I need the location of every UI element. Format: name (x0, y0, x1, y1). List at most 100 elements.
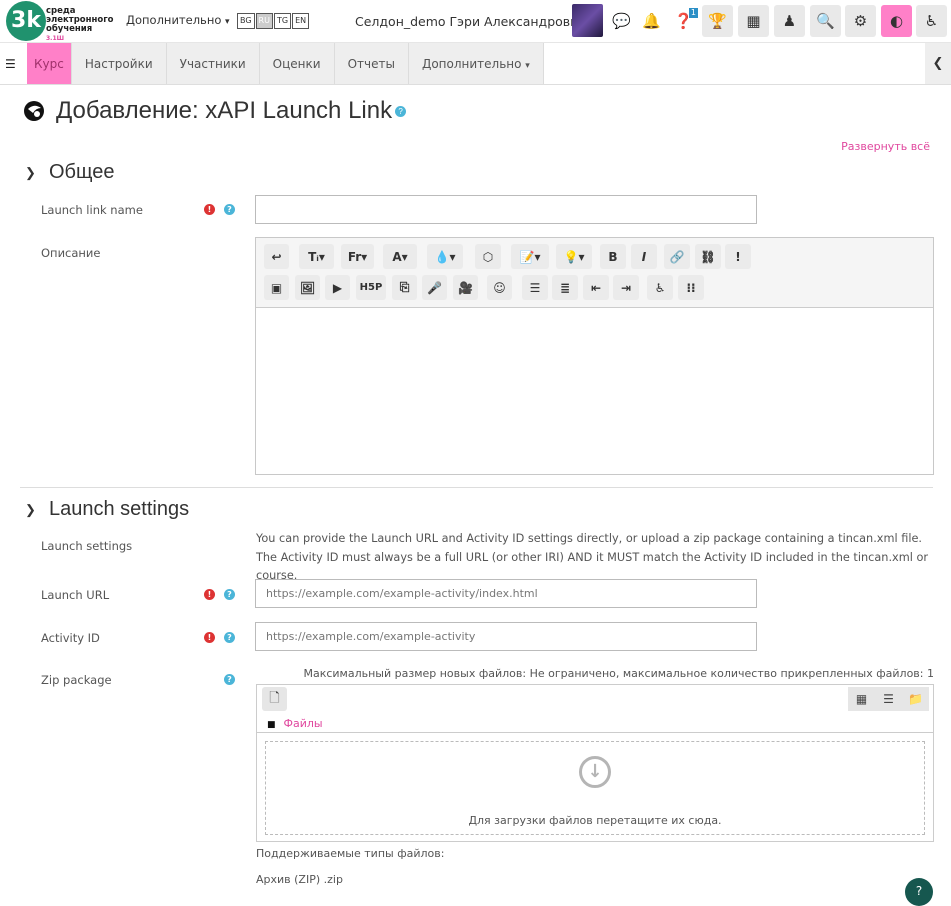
help-icon[interactable]: ? (224, 674, 235, 685)
outdent-icon[interactable]: ⇤ (583, 275, 609, 300)
lang-ru[interactable]: RU (255, 13, 273, 29)
floating-help-button[interactable]: ? (905, 878, 933, 906)
file-picker: 🗋 ▦ ☰ 📁 ■ Файлы ↓ Для загрузки файлов пер… (256, 684, 934, 842)
folder-path[interactable]: ■ Файлы (267, 717, 323, 730)
font-color-icon[interactable]: A▾ (383, 244, 417, 269)
video-camera-icon[interactable]: 🎥 (453, 275, 478, 300)
media-icon[interactable]: ▶ (325, 275, 350, 300)
drawer-toggle-icon[interactable]: ☰ (5, 57, 16, 71)
edit-style-icon[interactable]: 📝▾ (511, 244, 549, 269)
help-icon[interactable]: ? (224, 632, 235, 643)
unlink-icon[interactable]: ⛓ (695, 244, 721, 269)
avatar[interactable] (572, 4, 603, 37)
accessibility-icon[interactable]: ♿ (916, 5, 947, 37)
download-arrow-icon: ↓ (579, 756, 611, 788)
section-launch-settings-header[interactable]: ❯ Launch settings (25, 498, 189, 521)
microphone-icon[interactable]: 🎤 (422, 275, 447, 300)
expand-all-link[interactable]: Развернуть всё (841, 140, 930, 153)
cube-icon[interactable]: ⬡ (475, 244, 501, 269)
image-icon[interactable]: 🖼 (295, 275, 320, 300)
tab-reports[interactable]: Отчеты (335, 43, 409, 84)
description-editor: ↩ Tᵢ▾ Fr▾ A▾ 💧▾ ⬡ 📝▾ 💡▾ B I 🔗 ⛓ ! ▣ 🖼 ▶ … (255, 237, 934, 475)
tab-grades[interactable]: Оценки (260, 43, 335, 84)
emoticon-icon[interactable]: ☺ (487, 275, 512, 300)
activity-id-label: Activity ID (41, 631, 100, 645)
numbered-list-icon[interactable]: ≣ (552, 275, 578, 300)
grid-view-icon[interactable]: ▦ (848, 687, 875, 711)
lang-bg[interactable]: BG (237, 13, 255, 29)
bullet-list-icon[interactable]: ☰ (522, 275, 548, 300)
undo-icon[interactable]: ↩ (264, 244, 289, 269)
language-switcher: BG RU TG EN (237, 13, 310, 29)
chevron-down-icon: ▾ (225, 17, 230, 27)
user-name[interactable]: Селдон_demo Гэри Александрович (355, 14, 586, 29)
site-logo[interactable]: 3k среда электронного обучения 3.1Ш (6, 1, 116, 43)
indent-icon[interactable]: ⇥ (613, 275, 639, 300)
launch-url-input[interactable]: https://example.com/example-activity/ind… (255, 579, 757, 608)
tab-settings[interactable]: Настройки (72, 43, 167, 84)
required-icon: ! (204, 589, 215, 600)
list-view-icon[interactable]: ☰ (875, 687, 902, 711)
lightbulb-icon[interactable]: 💡▾ (556, 244, 592, 269)
tab-course[interactable]: Курс (27, 43, 72, 84)
file-drop-zone[interactable]: ↓ Для загрузки файлов перетащите их сюда… (265, 741, 925, 835)
chevron-down-icon: ❯ (25, 164, 36, 180)
help-icon[interactable]: ? (395, 106, 407, 118)
font-family-icon[interactable]: Fr▾ (341, 244, 374, 269)
exclamation-icon[interactable]: ! (725, 244, 751, 269)
activity-id-input[interactable]: https://example.com/example-activity (255, 622, 757, 651)
tab-more[interactable]: Дополнительно ▾ (409, 43, 544, 84)
logo-mark: 3k (6, 1, 46, 41)
section-divider (20, 487, 933, 488)
tab-participants[interactable]: Участники (167, 43, 260, 84)
bell-icon[interactable]: 🔔 (636, 5, 667, 37)
lang-en[interactable]: EN (292, 13, 310, 29)
italic-icon[interactable]: I (631, 244, 657, 269)
background-color-icon[interactable]: 💧▾ (427, 244, 463, 269)
folder-view-icon[interactable]: 📁 (902, 687, 929, 711)
required-icon: ! (204, 632, 215, 643)
help-icon[interactable]: ? (224, 204, 235, 215)
user-card-icon[interactable]: ♟ (774, 5, 805, 37)
supported-types-heading: Поддерживаемые типы файлов: (256, 847, 445, 860)
editor-toolbar: ↩ Tᵢ▾ Fr▾ A▾ 💧▾ ⬡ 📝▾ 💡▾ B I 🔗 ⛓ ! ▣ 🖼 ▶ … (256, 238, 933, 308)
search-icon[interactable]: 🔍 (810, 5, 841, 37)
logo-text: среда электронного обучения 3.1Ш (46, 6, 114, 43)
xapi-activity-icon (24, 101, 44, 121)
add-file-icon[interactable]: 🗋 (262, 687, 287, 711)
notification-badge: 1 (688, 8, 698, 18)
text-style-icon[interactable]: Tᵢ▾ (299, 244, 334, 269)
frame-icon[interactable]: ▣ (264, 275, 289, 300)
more-tools-icon[interactable]: ⁝⁝ (678, 275, 704, 300)
chevron-down-icon: ❯ (25, 501, 36, 517)
bold-icon[interactable]: B (600, 244, 626, 269)
max-file-size-text: Максимальный размер новых файлов: Не огр… (303, 667, 934, 680)
lang-tg[interactable]: TG (273, 13, 292, 29)
more-menu[interactable]: Дополнительно ▾ (126, 13, 230, 27)
course-tabs: Курс Настройки Участники Оценки Отчеты Д… (27, 43, 544, 84)
drop-zone-text: Для загрузки файлов перетащите их сюда. (468, 814, 722, 827)
toggle-icon[interactable]: ◐ (881, 5, 912, 37)
launch-url-label: Launch URL (41, 588, 110, 602)
required-icon: ! (204, 204, 215, 215)
dashboard-icon[interactable]: ▦ (738, 5, 769, 37)
link-icon[interactable]: 🔗 (664, 244, 690, 269)
h5p-icon[interactable]: H5P (356, 275, 386, 300)
secondary-navigation: ☰ Курс Настройки Участники Оценки Отчеты… (0, 43, 951, 85)
description-label: Описание (41, 246, 101, 260)
right-drawer-toggle-icon[interactable]: ❮ (925, 43, 951, 84)
editor-content-area[interactable] (256, 308, 933, 474)
file-picker-toolbar: 🗋 ▦ ☰ 📁 ■ Файлы (257, 685, 933, 733)
supported-types-value: Архив (ZIP) .zip (256, 873, 343, 886)
gear-icon[interactable]: ⚙ (845, 5, 876, 37)
launch-settings-label: Launch settings (41, 539, 133, 553)
trophy-icon[interactable]: 🏆 (702, 5, 733, 37)
launch-link-name-input[interactable] (255, 195, 757, 224)
accessibility-check-icon[interactable]: ♿ (647, 275, 673, 300)
help-badge-icon[interactable]: ❓ 1 (668, 5, 699, 37)
zip-package-label: Zip package (41, 673, 112, 687)
section-general-header[interactable]: ❯ Общее (25, 161, 115, 184)
messages-icon[interactable]: 💬 (606, 5, 637, 37)
help-icon[interactable]: ? (224, 589, 235, 600)
copy-icon[interactable]: ⎘ (392, 275, 417, 300)
